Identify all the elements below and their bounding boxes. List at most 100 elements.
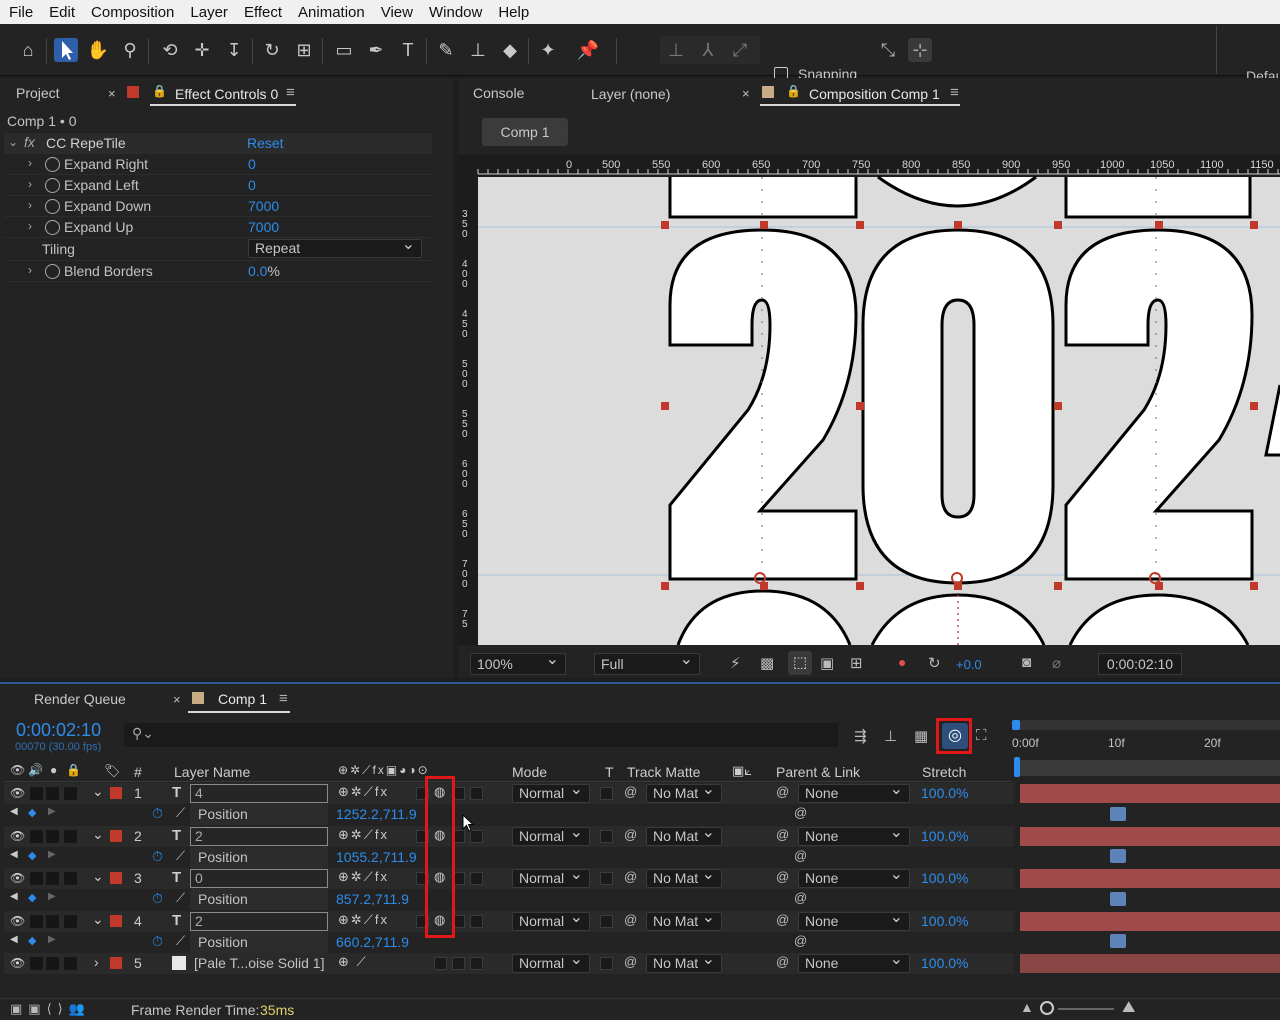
lock-switch[interactable] xyxy=(64,787,77,800)
grid-guides-icon[interactable]: ⊞ xyxy=(850,654,863,672)
work-area-start-handle[interactable] xyxy=(1012,720,1020,730)
graph-icon[interactable]: ⟋ xyxy=(176,805,185,821)
adjustment-layer-switch[interactable] xyxy=(452,957,465,970)
color-channels-icon[interactable]: ● xyxy=(898,654,906,670)
zoom-slider-track[interactable] xyxy=(1058,1008,1114,1010)
zoom-tool-icon[interactable]: ⚲ xyxy=(118,38,142,62)
pickwhip-icon[interactable]: @ xyxy=(624,784,637,799)
layer-duration-bar[interactable] xyxy=(1020,954,1280,973)
panel-menu-icon[interactable]: ≡ xyxy=(286,84,295,101)
layer-row[interactable]: 👁 ⌄ 2 T 2 ⊕✲⟋fx ◍ Normal @ No Mat @ None… xyxy=(4,824,1014,847)
prev-keyframe-icon[interactable]: ◀ xyxy=(10,934,18,945)
layer-row[interactable]: 👁 ⌄ 3 T 0 ⊕✲⟋fx ◍ Normal @ No Mat @ None… xyxy=(4,866,1014,889)
zoom-in-icon[interactable]: ⛰ xyxy=(1122,999,1135,1017)
layer-row[interactable]: 👁 ⌄ 1 T 4 ⊕✲⟋fx ◍ Normal @ No Mat @ None… xyxy=(4,781,1014,804)
composition-viewer[interactable]: 0 500 550 600 650 700 750 800 850 900 95… xyxy=(458,155,1280,645)
selection-tool-icon[interactable] xyxy=(54,38,78,62)
composition-mini-flowchart-icon[interactable]: ⇶ xyxy=(854,727,867,745)
solo-switch[interactable] xyxy=(46,915,59,928)
label-color-swatch[interactable] xyxy=(110,830,122,842)
next-keyframe-icon[interactable]: ▶ xyxy=(48,849,56,860)
fx-icon[interactable]: fx xyxy=(24,134,35,150)
audio-switch[interactable] xyxy=(30,872,43,885)
snap-target-icon[interactable]: ⊹ xyxy=(908,38,932,62)
layer-name[interactable]: [Pale T...oise Solid 1] xyxy=(194,955,324,971)
eye-icon[interactable]: 👁 xyxy=(10,763,25,777)
solo-icon[interactable]: ● xyxy=(50,763,57,777)
position-value[interactable]: 857.2,711.9 xyxy=(336,891,409,907)
blend-mode-dropdown[interactable]: Normal xyxy=(512,951,590,973)
keyframe-icon[interactable] xyxy=(1110,892,1126,906)
exposure-value[interactable]: +0.0 xyxy=(956,657,982,672)
stopwatch-icon[interactable]: ⏱ xyxy=(152,890,163,907)
parent-dropdown[interactable]: None xyxy=(798,781,910,803)
expand-layer-icon[interactable]: ⌄ xyxy=(92,826,104,843)
preserve-transparency-switch[interactable] xyxy=(600,830,613,843)
lock-switch[interactable] xyxy=(64,915,77,928)
magnification-dropdown[interactable]: 100% xyxy=(470,650,566,675)
hand-tool-icon[interactable]: ✋ xyxy=(86,38,110,62)
label-tag-icon[interactable]: 🏷 xyxy=(104,763,121,779)
lock-icon[interactable]: 🔒 xyxy=(786,84,801,98)
audio-switch[interactable] xyxy=(30,957,43,970)
pan-behind-tool-icon[interactable]: ⊞ xyxy=(292,38,316,62)
add-keyframe-icon[interactable]: ◆ xyxy=(28,934,36,947)
pen-tool-icon[interactable]: ✒ xyxy=(364,38,388,62)
pickwhip-icon[interactable]: @ xyxy=(624,827,637,842)
comp-navigator-pill[interactable]: Comp 1 xyxy=(482,118,568,146)
footer-toggle-icons[interactable]: ▣▣⟨⟩👥 xyxy=(10,1001,91,1017)
param-value[interactable]: 0.0% xyxy=(248,263,280,279)
stopwatch-icon[interactable] xyxy=(45,178,60,193)
label-color-swatch[interactable] xyxy=(110,787,122,799)
expand-layer-icon[interactable]: ⌄ xyxy=(92,868,104,885)
position-value[interactable]: 1252.2,711.9 xyxy=(336,806,417,822)
menu-layer[interactable]: Layer xyxy=(181,4,235,21)
draft-3d-icon[interactable]: ⊥ xyxy=(884,727,897,745)
pickwhip-icon[interactable]: @ xyxy=(624,954,637,969)
work-area-bar[interactable] xyxy=(1014,720,1280,730)
expression-pickwhip-icon[interactable]: @ xyxy=(794,933,807,948)
color-management-icon[interactable]: ↻ xyxy=(928,654,941,672)
pan-camera-icon[interactable]: ✛ xyxy=(190,38,214,62)
zoom-slider-handle[interactable] xyxy=(1040,1001,1054,1015)
close-icon[interactable]: × xyxy=(108,86,116,101)
menu-effect[interactable]: Effect xyxy=(235,4,289,21)
tab-project[interactable]: Project xyxy=(16,85,60,101)
dolly-camera-icon[interactable]: ↧ xyxy=(222,38,246,62)
3d-layer-switch[interactable] xyxy=(470,787,483,800)
position-value[interactable]: 1055.2,711.9 xyxy=(336,849,417,865)
menu-composition[interactable]: Composition xyxy=(82,4,181,21)
pickwhip-icon[interactable]: @ xyxy=(624,869,637,884)
viewer-timecode[interactable]: 0:00:02:10 xyxy=(1098,653,1182,675)
param-value[interactable]: 7000 xyxy=(248,198,279,214)
clone-stamp-tool-icon[interactable]: ⊥ xyxy=(466,38,490,62)
eraser-tool-icon[interactable]: ◆ xyxy=(498,38,522,62)
preserve-transparency-switch[interactable] xyxy=(600,787,613,800)
home-icon[interactable]: ⌂ xyxy=(16,38,40,62)
3d-layer-switch[interactable] xyxy=(470,957,483,970)
param-value[interactable]: 0 xyxy=(248,156,256,172)
expand-icon[interactable]: › xyxy=(28,156,32,170)
param-value[interactable]: 0 xyxy=(248,177,256,193)
tab-layer[interactable]: Layer (none) xyxy=(591,86,670,102)
menu-help[interactable]: Help xyxy=(489,4,536,21)
add-keyframe-icon[interactable]: ◆ xyxy=(28,891,36,904)
current-time-indicator[interactable] xyxy=(1014,757,1020,777)
tab-comp-timeline[interactable]: Comp 1 xyxy=(218,691,267,707)
parent-pickwhip-icon[interactable]: @ xyxy=(776,954,789,969)
layer-duration-bar[interactable] xyxy=(1020,827,1280,846)
menu-edit[interactable]: Edit xyxy=(40,4,82,21)
layer-row[interactable]: 👁 ⌄ 4 T 2 ⊕✲⟋fx ◍ Normal @ No Mat @ None… xyxy=(4,909,1014,932)
preserve-transparency-switch[interactable] xyxy=(600,872,613,885)
parent-dropdown[interactable]: None xyxy=(798,824,910,846)
graph-editor-icon[interactable]: ⛶ xyxy=(976,727,987,744)
shy-layers-icon[interactable]: ▦ xyxy=(914,727,928,745)
close-icon[interactable]: × xyxy=(742,86,750,101)
parent-dropdown[interactable]: None xyxy=(798,951,910,973)
layer-switches-icons[interactable]: ⊕✲⟋fx xyxy=(338,784,389,800)
parent-dropdown[interactable]: None xyxy=(798,909,910,931)
panel-menu-icon[interactable]: ≡ xyxy=(279,690,288,707)
stopwatch-icon[interactable]: ⏱ xyxy=(152,933,163,950)
region-of-interest-icon[interactable]: ▣ xyxy=(820,654,834,672)
blend-mode-dropdown[interactable]: Normal xyxy=(512,824,590,846)
